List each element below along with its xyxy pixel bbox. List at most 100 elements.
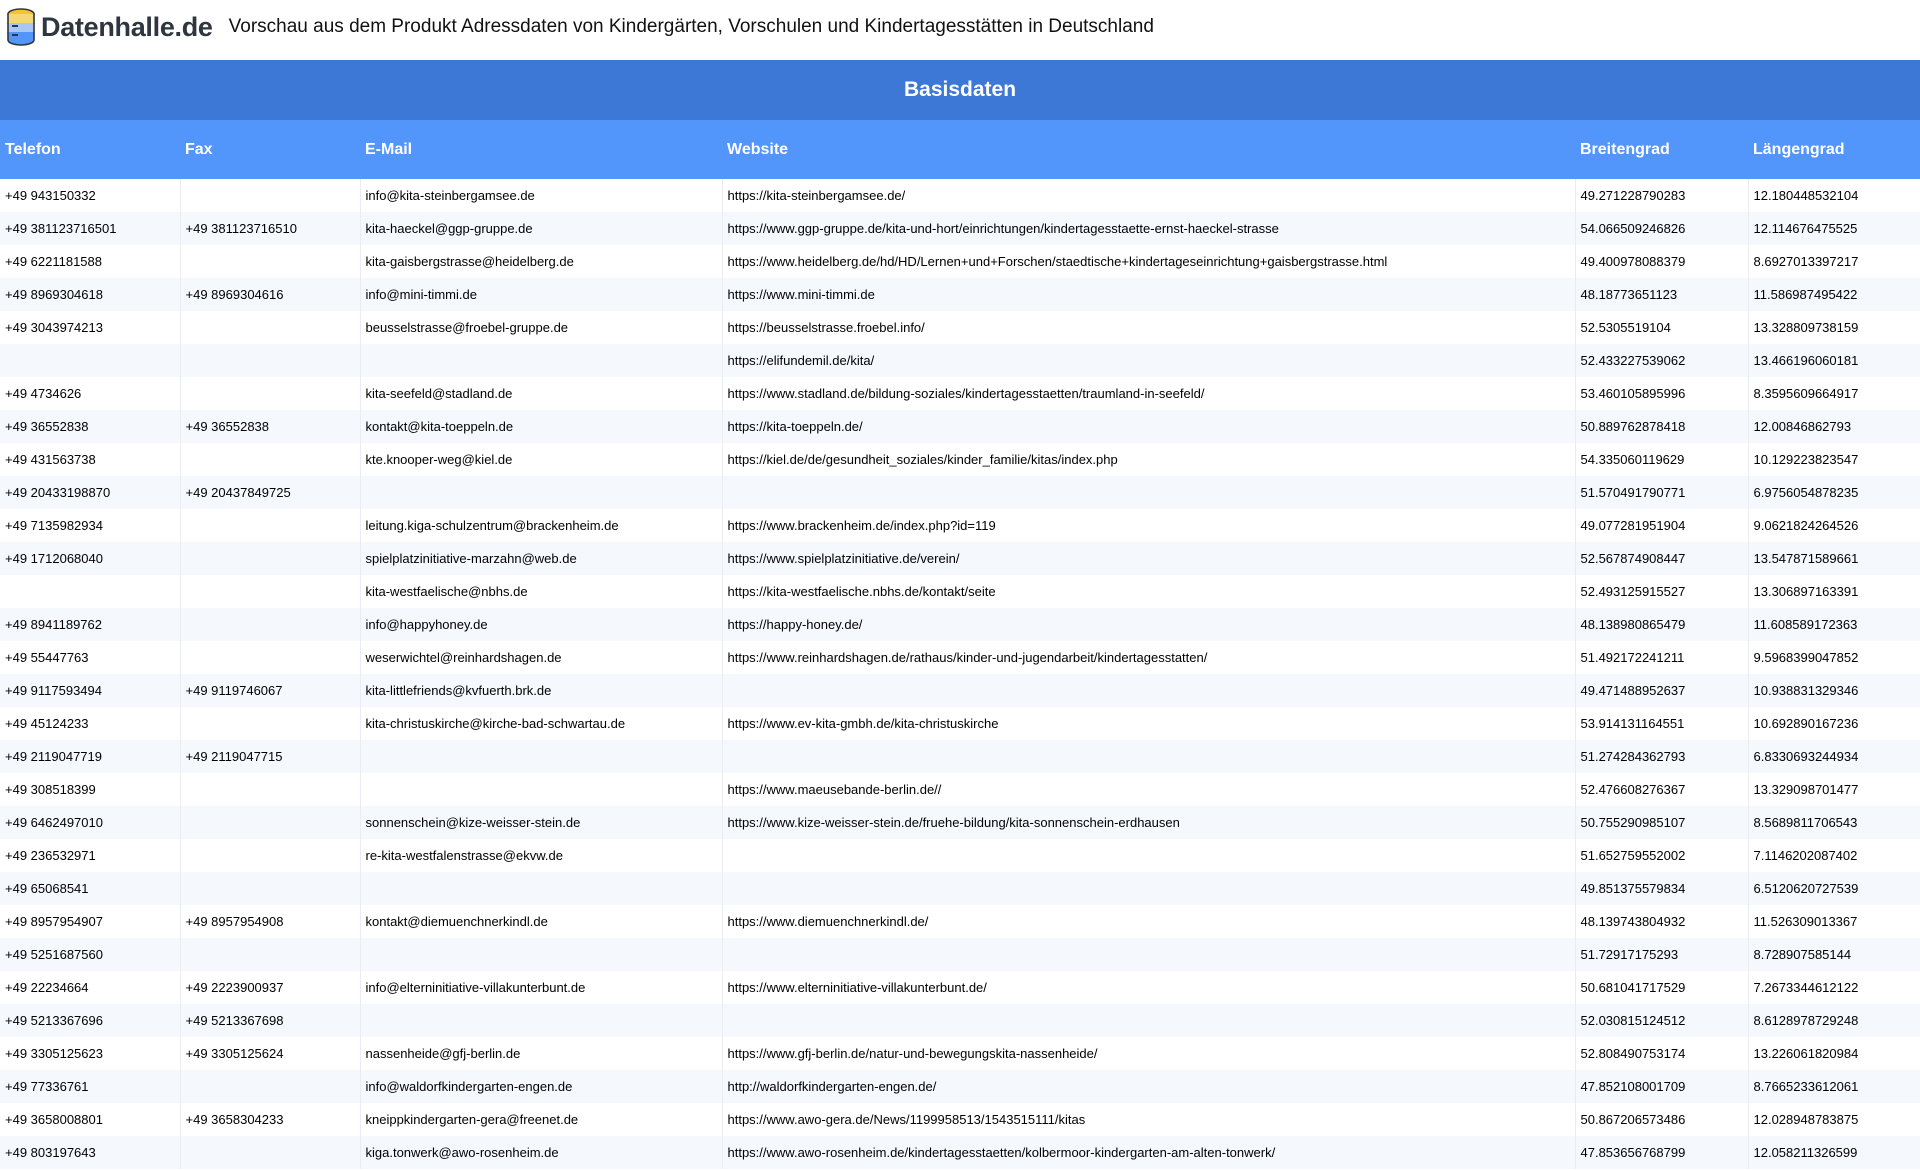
cell-website: https://www.diemuenchnerkindl.de/ [722,905,1576,938]
cell-email [360,476,723,509]
cell-website: https://www.mini-timmi.de [722,278,1576,311]
cell-breitengrad: 49.271228790283 [1575,179,1749,212]
logo[interactable]: Datenhalle.de [5,7,213,47]
cell-telefon: +49 45124233 [0,707,181,740]
table-row: +49 45124233 kita-christuskirche@kirche-b… [0,707,1920,740]
table-row: +49 381123716501 +49 381123716510 kita-hae… [0,212,1920,245]
cell-fax: +49 5213367698 [180,1004,361,1037]
cell-breitengrad: 52.476608276367 [1575,773,1749,806]
cell-email: kita-seefeld@stadland.de [360,377,723,410]
cell-breitengrad: 49.471488952637 [1575,674,1749,707]
cell-laengengrad: 13.329098701477 [1748,773,1920,806]
cell-fax [180,1070,361,1103]
cell-breitengrad: 52.808490753174 [1575,1037,1749,1070]
table-row: +49 6462497010 sonnenschein@kize-weisser-… [0,806,1920,839]
table-row: +49 9117593494 +49 9119746067 kita-littlef… [0,674,1920,707]
cell-fax [180,806,361,839]
table-row: +49 36552838 +49 36552838 kontakt@kita-toe… [0,410,1920,443]
table-row: +49 5251687560 51.72917175293 8.7289075851… [0,938,1920,971]
table-row: +49 2119047719 +49 2119047715 51.274284362… [0,740,1920,773]
cell-laengengrad: 7.2673344612122 [1748,971,1920,1004]
cell-telefon: +49 22234664 [0,971,181,1004]
cell-breitengrad: 53.914131164551 [1575,707,1749,740]
cell-telefon: +49 3305125623 [0,1037,181,1070]
cell-breitengrad: 53.460105895996 [1575,377,1749,410]
cell-laengengrad: 10.938831329346 [1748,674,1920,707]
cell-telefon: +49 4734626 [0,377,181,410]
cell-fax: +49 8969304616 [180,278,361,311]
cell-website: https://www.maeusebande-berlin.de// [722,773,1576,806]
cell-breitengrad: 52.433227539062 [1575,344,1749,377]
cell-laengengrad: 13.328809738159 [1748,311,1920,344]
table-row: +49 803197643 kiga.tonwerk@awo-rosenheim.… [0,1136,1920,1169]
cell-telefon: +49 36552838 [0,410,181,443]
cell-breitengrad: 50.867206573486 [1575,1103,1749,1136]
cell-laengengrad: 9.5968399047852 [1748,641,1920,674]
cell-fax [180,509,361,542]
cell-website: https://www.heidelberg.de/hd/HD/Lernen+u… [722,245,1576,278]
cell-telefon: +49 5213367696 [0,1004,181,1037]
cell-telefon: +49 943150332 [0,179,181,212]
cell-breitengrad: 49.077281951904 [1575,509,1749,542]
cell-laengengrad: 13.306897163391 [1748,575,1920,608]
cell-telefon: +49 3658008801 [0,1103,181,1136]
cell-email: kontakt@diemuenchnerkindl.de [360,905,723,938]
cell-telefon: +49 381123716501 [0,212,181,245]
table-row: +49 77336761 info@waldorfkindergarten-eng… [0,1070,1920,1103]
table-row: +49 7135982934 leitung.kiga-schulzentrum@… [0,509,1920,542]
cell-telefon: +49 431563738 [0,443,181,476]
table-row: +49 55447763 weserwichtel@reinhardshagen.… [0,641,1920,674]
column-header-laengengrad[interactable]: Längengrad [1748,120,1920,179]
cell-laengengrad: 11.526309013367 [1748,905,1920,938]
cell-fax [180,872,361,905]
column-header-breitengrad[interactable]: Breitengrad [1575,120,1748,179]
cell-email [360,872,723,905]
cell-email: kontakt@kita-toeppeln.de [360,410,723,443]
table-row: +49 3305125623 +49 3305125624 nassenheide@… [0,1037,1920,1070]
cell-laengengrad: 13.547871589661 [1748,542,1920,575]
cell-breitengrad: 52.493125915527 [1575,575,1749,608]
cell-telefon: +49 308518399 [0,773,181,806]
table-row: kita-westfaelische@nbhs.de https://kita-w… [0,575,1920,608]
cell-website: https://kita-toeppeln.de/ [722,410,1576,443]
logo-text: Datenhalle.de [41,11,213,42]
cell-telefon: +49 3043974213 [0,311,181,344]
cell-laengengrad: 6.9756054878235 [1748,476,1920,509]
cell-fax: +49 2223900937 [180,971,361,1004]
cell-fax [180,377,361,410]
cell-fax [180,773,361,806]
cell-website [722,674,1576,707]
cell-breitengrad: 47.853656768799 [1575,1136,1749,1169]
table-row: +49 65068541 49.851375579834 6.51206207275… [0,872,1920,905]
cell-fax: +49 3305125624 [180,1037,361,1070]
table-body: +49 943150332 info@kita-steinbergamsee.de… [0,179,1920,1169]
table-row: +49 3043974213 beusselstrasse@froebel-gru… [0,311,1920,344]
cell-fax: +49 36552838 [180,410,361,443]
cell-laengengrad: 13.466196060181 [1748,344,1920,377]
cell-telefon: +49 7135982934 [0,509,181,542]
cell-breitengrad: 48.139743804932 [1575,905,1749,938]
cell-fax [180,575,361,608]
cell-email: kte.knooper-weg@kiel.de [360,443,723,476]
cell-laengengrad: 8.6927013397217 [1748,245,1920,278]
table-row: +49 22234664 +49 2223900937 info@elternini… [0,971,1920,1004]
cell-telefon: +49 2119047719 [0,740,181,773]
column-header-telefon[interactable]: Telefon [0,120,180,179]
cell-fax [180,839,361,872]
column-header-email[interactable]: E-Mail [360,120,722,179]
cell-fax: +49 9119746067 [180,674,361,707]
table-group-header-row: Basisdaten [0,60,1920,120]
cell-breitengrad: 51.492172241211 [1575,641,1749,674]
cell-email: info@elterninitiative-villakunterbunt.de [360,971,723,1004]
cell-fax [180,344,361,377]
cell-email: beusselstrasse@froebel-gruppe.de [360,311,723,344]
column-header-fax[interactable]: Fax [180,120,360,179]
cell-telefon: +49 65068541 [0,872,181,905]
cell-breitengrad: 49.851375579834 [1575,872,1749,905]
cell-breitengrad: 47.852108001709 [1575,1070,1749,1103]
column-header-website[interactable]: Website [722,120,1575,179]
cell-breitengrad: 50.889762878418 [1575,410,1749,443]
cell-email: kiga.tonwerk@awo-rosenheim.de [360,1136,723,1169]
cell-website: https://elifundemil.de/kita/ [722,344,1576,377]
cell-website [722,839,1576,872]
